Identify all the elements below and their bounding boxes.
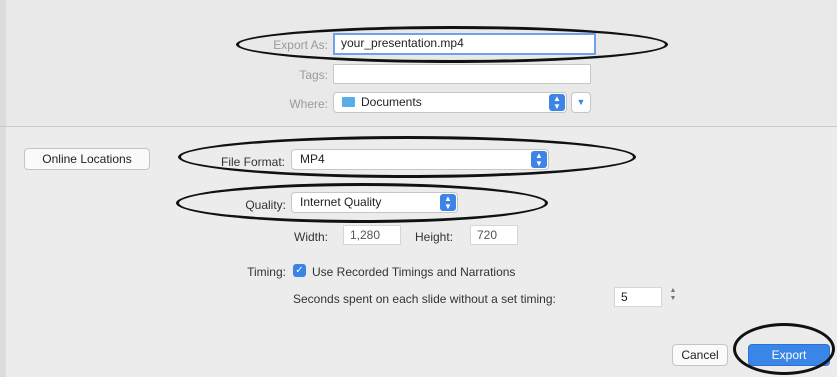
file-format-select[interactable]: MP4 ▲ ▼: [291, 149, 549, 170]
expand-dialog-button[interactable]: ▼: [571, 92, 591, 113]
cancel-button[interactable]: Cancel: [672, 344, 728, 366]
where-select[interactable]: Documents ▲ ▼: [333, 92, 567, 113]
use-recorded-timings-label[interactable]: Use Recorded Timings and Narrations: [312, 265, 515, 279]
export-as-input[interactable]: your_presentation.mp4: [333, 33, 596, 55]
quality-select[interactable]: Internet Quality ▲ ▼: [291, 192, 458, 213]
where-value: Documents: [361, 95, 422, 109]
file-format-label: File Format:: [220, 155, 285, 169]
file-format-value: MP4: [300, 152, 325, 166]
pane-divider: [0, 126, 837, 127]
chevron-down-icon: ▼: [576, 97, 586, 107]
seconds-stepper[interactable]: ▲ ▼: [668, 287, 678, 305]
export-button[interactable]: Export: [748, 344, 830, 366]
chevron-down-icon: ▼: [669, 295, 677, 302]
checkmark-icon: ✓: [295, 265, 304, 276]
use-recorded-timings-checkbox[interactable]: ✓: [293, 264, 306, 277]
height-input[interactable]: 720: [470, 225, 518, 245]
width-input[interactable]: 1,280: [343, 225, 401, 245]
window-edge: [0, 0, 6, 377]
width-label: Width:: [294, 230, 329, 244]
height-label: Height:: [415, 230, 454, 244]
folder-icon: [342, 96, 355, 107]
chevron-updown-icon: ▲ ▼: [549, 94, 565, 111]
chevron-up-icon: ▲: [669, 287, 677, 294]
online-locations-button[interactable]: Online Locations: [24, 148, 150, 170]
chevron-updown-icon: ▲ ▼: [440, 194, 456, 211]
tags-label: Tags:: [299, 68, 328, 82]
chevron-updown-icon: ▲ ▼: [531, 151, 547, 168]
tags-input[interactable]: [333, 64, 591, 84]
seconds-per-slide-label: Seconds spent on each slide without a se…: [293, 292, 556, 306]
quality-label: Quality:: [245, 198, 286, 212]
timing-label: Timing:: [247, 265, 286, 279]
export-as-label: Export As:: [273, 38, 328, 52]
quality-value: Internet Quality: [300, 195, 382, 209]
seconds-per-slide-input[interactable]: 5: [614, 287, 662, 307]
where-label: Where:: [289, 97, 328, 111]
